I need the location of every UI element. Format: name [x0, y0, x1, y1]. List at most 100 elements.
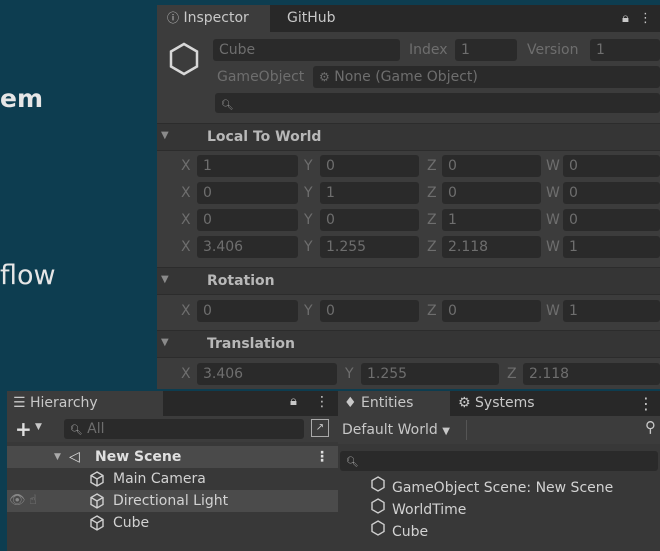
ltw-r1-y-field[interactable]: 1 — [320, 182, 419, 204]
ltw-r3-w-field[interactable]: 1 — [563, 236, 660, 258]
axis-z-label: Z — [427, 158, 437, 174]
more-menu-icon[interactable]: ⋮ — [639, 11, 652, 26]
world-dropdown[interactable]: Default World ▼ — [342, 419, 450, 443]
ltw-r1-x-field[interactable]: 0 — [197, 182, 298, 204]
systems-gear-icon: ⚙ — [458, 395, 471, 411]
index-field[interactable]: 1 — [455, 39, 517, 61]
gameobject-icon: ⚙ — [319, 70, 330, 84]
search-icon: 🔍︎ — [221, 100, 234, 111]
search-icon: 🔍︎ — [346, 457, 359, 468]
search-toggle-icon[interactable]: ⚲ — [645, 418, 656, 436]
more-menu-icon[interactable]: ⋮ — [315, 394, 329, 410]
expand-triangle-icon[interactable]: ▼ — [54, 446, 61, 468]
entity-hexagon-icon — [370, 498, 386, 521]
section-translation-title: Translation — [207, 336, 295, 352]
entity-name-field[interactable]: Cube — [213, 39, 400, 61]
tab-github[interactable]: GitHub — [287, 5, 336, 32]
translation-z-field[interactable]: 2.118 — [523, 363, 660, 385]
rotation-x-field[interactable]: 0 — [197, 300, 298, 322]
axis-w-label: W — [546, 303, 560, 319]
axis-w-label: W — [546, 239, 560, 255]
axis-x-label: X — [181, 185, 191, 201]
ltw-r2-y-field[interactable]: 0 — [320, 209, 419, 231]
ltw-r2-x-field[interactable]: 0 — [197, 209, 298, 231]
entity-item-label: WorldTime — [392, 501, 467, 518]
gameobject-cube-icon — [89, 515, 105, 538]
ltw-r2-z-field[interactable]: 1 — [442, 209, 541, 231]
list-icon: ☰ — [13, 395, 26, 411]
tab-hierarchy-label: Hierarchy — [30, 395, 98, 411]
hierarchy-search-input[interactable]: 🔍︎ All — [64, 419, 304, 439]
ltw-r3-y-field[interactable]: 1.255 — [320, 236, 419, 258]
ltw-r0-y-field[interactable]: 0 — [320, 155, 419, 177]
tab-inspector[interactable]: ⓘ Inspector — [157, 5, 270, 32]
entities-panel: ♦ Entities ⚙ Systems ⋮ Default World ▼ ⚲… — [338, 391, 660, 551]
section-translation[interactable]: ▼ Translation — [157, 330, 660, 358]
add-icon[interactable]: + — [15, 417, 32, 441]
collapse-triangle-icon[interactable]: ▼ — [161, 274, 169, 285]
ltw-r2-w-field[interactable]: 0 — [563, 209, 660, 231]
section-rotation[interactable]: ▼ Rotation — [157, 267, 660, 295]
ltw-r3-x-field[interactable]: 3.406 — [197, 236, 298, 258]
section-local-to-world[interactable]: ▼ Local To World — [157, 123, 660, 151]
axis-z-label: Z — [507, 366, 517, 382]
hierarchy-item[interactable]: Cube — [7, 512, 338, 534]
index-label: Index — [409, 42, 448, 58]
lock-icon[interactable]: 🔒︎ — [290, 394, 297, 409]
gameobject-field[interactable]: ⚙ None (Game Object) — [313, 66, 660, 88]
ltw-r1-z-field[interactable]: 0 — [442, 182, 541, 204]
rotation-y-field[interactable]: 0 — [320, 300, 419, 322]
rotation-w-field[interactable]: 1 — [563, 300, 660, 322]
axis-w-label: W — [546, 212, 560, 228]
tab-inspector-label: Inspector — [183, 10, 249, 26]
collapse-triangle-icon[interactable]: ▼ — [161, 130, 169, 141]
unity-scene-icon: ◁ — [69, 449, 80, 465]
ltw-r0-z-field[interactable]: 0 — [442, 155, 541, 177]
pickable-hand-icon[interactable]: ☝ — [29, 490, 37, 512]
tab-systems-label: Systems — [475, 395, 535, 411]
toolbar-divider — [466, 420, 467, 440]
scene-row[interactable]: ▼ ◁ New Scene ⋮ — [7, 446, 338, 468]
ltw-r0-w-field[interactable]: 0 — [563, 155, 660, 177]
axis-y-label: Y — [304, 185, 313, 201]
axis-x-label: X — [181, 303, 191, 319]
axis-x-label: X — [181, 366, 191, 382]
ltw-r3-z-field[interactable]: 2.118 — [442, 236, 541, 258]
translation-y-field[interactable]: 1.255 — [361, 363, 499, 385]
axis-x-label: X — [181, 158, 191, 174]
visibility-eye-icon[interactable]: 👁︎ — [9, 490, 26, 512]
hierarchy-item[interactable]: Main Camera — [7, 468, 338, 490]
tab-entities[interactable]: ♦ Entities — [338, 391, 450, 416]
entity-item[interactable]: WorldTime — [338, 498, 660, 520]
version-field[interactable]: 1 — [590, 39, 660, 61]
hierarchy-toolbar: + ▼ 🔍︎ All ↗ — [7, 416, 338, 442]
info-icon: ⓘ — [167, 11, 180, 25]
axis-y-label: Y — [304, 158, 313, 174]
hierarchy-item-label: Main Camera — [113, 471, 206, 487]
collapse-triangle-icon[interactable]: ▼ — [161, 337, 169, 348]
inspector-search-field[interactable]: 🔍︎ — [215, 93, 660, 113]
axis-z-label: Z — [427, 303, 437, 319]
tab-systems[interactable]: ⚙ Systems — [458, 391, 535, 416]
lock-icon[interactable]: 🔒︎ — [622, 11, 629, 26]
world-dropdown-value: Default World — [342, 422, 438, 438]
hierarchy-item-label: Directional Light — [113, 493, 229, 509]
hierarchy-panel: ☰ Hierarchy 🔒︎ ⋮ + ▼ 🔍︎ All ↗ ▼ ◁ New Sc… — [7, 391, 338, 551]
axis-z-label: Z — [427, 212, 437, 228]
scene-menu-icon[interactable]: ⋮ — [315, 446, 329, 468]
search-icon: 🔍︎ — [70, 425, 83, 436]
translation-x-field[interactable]: 3.406 — [197, 363, 337, 385]
chevron-down-icon[interactable]: ▼ — [35, 422, 42, 432]
tab-hierarchy[interactable]: ☰ Hierarchy — [7, 391, 163, 416]
entities-search-input[interactable]: 🔍︎ — [340, 451, 658, 471]
entity-item[interactable]: GameObject Scene: New Scene — [338, 476, 660, 498]
entity-hexagon-icon — [169, 42, 199, 76]
axis-x-label: X — [181, 212, 191, 228]
scene-visibility-icon[interactable]: ↗ — [311, 419, 329, 437]
ltw-r1-w-field[interactable]: 0 — [563, 182, 660, 204]
more-menu-icon[interactable]: ⋮ — [638, 394, 654, 413]
hierarchy-item[interactable]: 👁︎ ☝ Directional Light — [7, 490, 338, 512]
rotation-z-field[interactable]: 0 — [442, 300, 541, 322]
entity-item[interactable]: Cube — [338, 520, 660, 542]
ltw-r0-x-field[interactable]: 1 — [197, 155, 298, 177]
